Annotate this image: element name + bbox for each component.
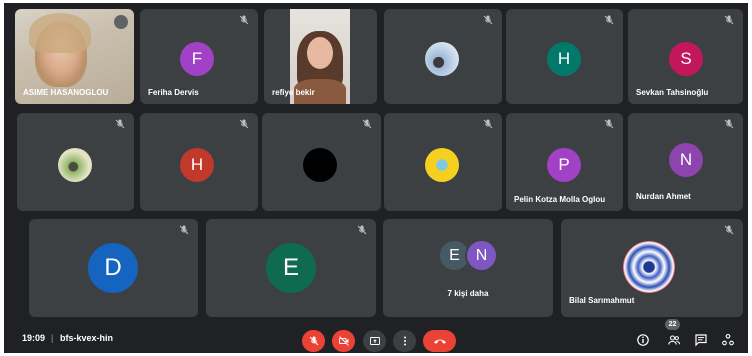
avatar-initial: F bbox=[180, 42, 214, 76]
avatar-photo bbox=[303, 148, 337, 182]
participant-tile-feriha[interactable]: F Feriha Dervis bbox=[140, 9, 258, 104]
avatar-initial: P bbox=[547, 148, 581, 182]
people-icon bbox=[668, 335, 680, 345]
chat-button[interactable] bbox=[694, 333, 708, 347]
participant-name: ASIME HASANOGLOU bbox=[23, 88, 109, 97]
mic-off-icon bbox=[482, 14, 494, 26]
avatar-initial: S bbox=[669, 42, 703, 76]
meeting-time: 19:09 bbox=[22, 333, 46, 343]
participant-tile-cartoon[interactable] bbox=[384, 113, 502, 211]
participant-tile-photo-beach[interactable] bbox=[17, 113, 134, 211]
bottom-bar: 19:09 | bfs-kvex-hin bbox=[4, 327, 748, 353]
avatar-initial: N bbox=[669, 143, 703, 177]
participant-tile-h1[interactable]: H bbox=[506, 9, 623, 104]
participant-name: Feriha Dervis bbox=[148, 88, 199, 97]
present-icon bbox=[369, 337, 380, 345]
avatar-initial: D bbox=[88, 243, 138, 293]
more-participants-tile[interactable]: E N 7 kişi daha bbox=[383, 219, 553, 317]
participant-tile-pelin[interactable]: P Pelin Kotza Molla Oglou bbox=[506, 113, 623, 211]
mic-off-icon bbox=[356, 224, 368, 236]
mic-off-icon bbox=[309, 336, 318, 346]
avatar-photo bbox=[623, 241, 675, 293]
participant-name: refiye bekir bbox=[272, 88, 315, 97]
participant-name: Nurdan Ahmet bbox=[636, 192, 691, 201]
chat-icon bbox=[695, 334, 707, 347]
present-button[interactable] bbox=[363, 330, 386, 352]
participant-face bbox=[307, 37, 333, 69]
participant-hair bbox=[29, 13, 91, 53]
participant-tile-e[interactable]: E bbox=[206, 219, 376, 317]
avatar-initial: N bbox=[465, 239, 498, 272]
info-icon bbox=[637, 334, 649, 346]
more-options-icon bbox=[403, 336, 406, 346]
participant-tile-bilal[interactable]: Bilal Sarımahmut bbox=[561, 219, 743, 317]
avatar-initial: H bbox=[180, 148, 214, 182]
more-options-button[interactable] bbox=[393, 330, 416, 352]
avatar-photo bbox=[58, 148, 92, 182]
participant-tile-asime[interactable]: ASIME HASANOGLOU bbox=[15, 9, 134, 104]
meeting-code: bfs-kvex-hin bbox=[60, 333, 114, 343]
avatar-photo bbox=[425, 42, 459, 76]
avatar-photo bbox=[425, 148, 459, 182]
leave-call-icon bbox=[433, 339, 446, 344]
participant-tile-black[interactable] bbox=[262, 113, 381, 211]
mic-off-icon bbox=[603, 14, 615, 26]
participant-name: Pelin Kotza Molla Oglou bbox=[514, 195, 606, 204]
mic-off-icon bbox=[114, 15, 128, 29]
participant-tile-h2[interactable]: H bbox=[140, 113, 258, 211]
activities-icon bbox=[722, 333, 734, 346]
participant-tile-nurdan[interactable]: N Nurdan Ahmet bbox=[628, 113, 743, 211]
mic-off-icon bbox=[178, 224, 190, 236]
mic-off-icon bbox=[723, 118, 735, 130]
mic-toggle-button[interactable] bbox=[302, 330, 325, 352]
mic-off-icon bbox=[723, 224, 735, 236]
participant-tile-refiye[interactable]: refiye bekir bbox=[264, 9, 377, 104]
people-button[interactable] bbox=[667, 333, 681, 347]
participant-name: Sevkan Tahsinoğlu bbox=[636, 88, 709, 97]
mic-off-icon bbox=[114, 118, 126, 130]
participant-tile-photo-mountain[interactable] bbox=[384, 9, 502, 104]
activities-button[interactable] bbox=[721, 333, 735, 347]
camera-toggle-button[interactable] bbox=[332, 330, 355, 352]
participant-tile-sevkan[interactable]: S Sevkan Tahsinoğlu bbox=[628, 9, 743, 104]
mic-off-icon bbox=[723, 14, 735, 26]
info-button[interactable] bbox=[636, 333, 650, 347]
avatar-initial: H bbox=[547, 42, 581, 76]
participant-tile-d[interactable]: D bbox=[29, 219, 198, 317]
avatar-initial: E bbox=[266, 243, 316, 293]
mic-off-icon bbox=[238, 14, 250, 26]
meeting-grid: ASIME HASANOGLOU F Feriha Dervis refiye … bbox=[4, 3, 748, 353]
mic-off-icon bbox=[238, 118, 250, 130]
more-participants-label: 7 kişi daha bbox=[447, 289, 489, 298]
leave-call-button[interactable] bbox=[423, 330, 456, 352]
mic-off-icon bbox=[482, 118, 494, 130]
mic-off-icon bbox=[603, 118, 615, 130]
mic-off-icon bbox=[361, 118, 373, 130]
separator: | bbox=[51, 333, 54, 343]
people-count-badge: 22 bbox=[665, 319, 680, 330]
participant-name: Bilal Sarımahmut bbox=[569, 296, 635, 305]
camera-off-icon bbox=[338, 336, 349, 346]
